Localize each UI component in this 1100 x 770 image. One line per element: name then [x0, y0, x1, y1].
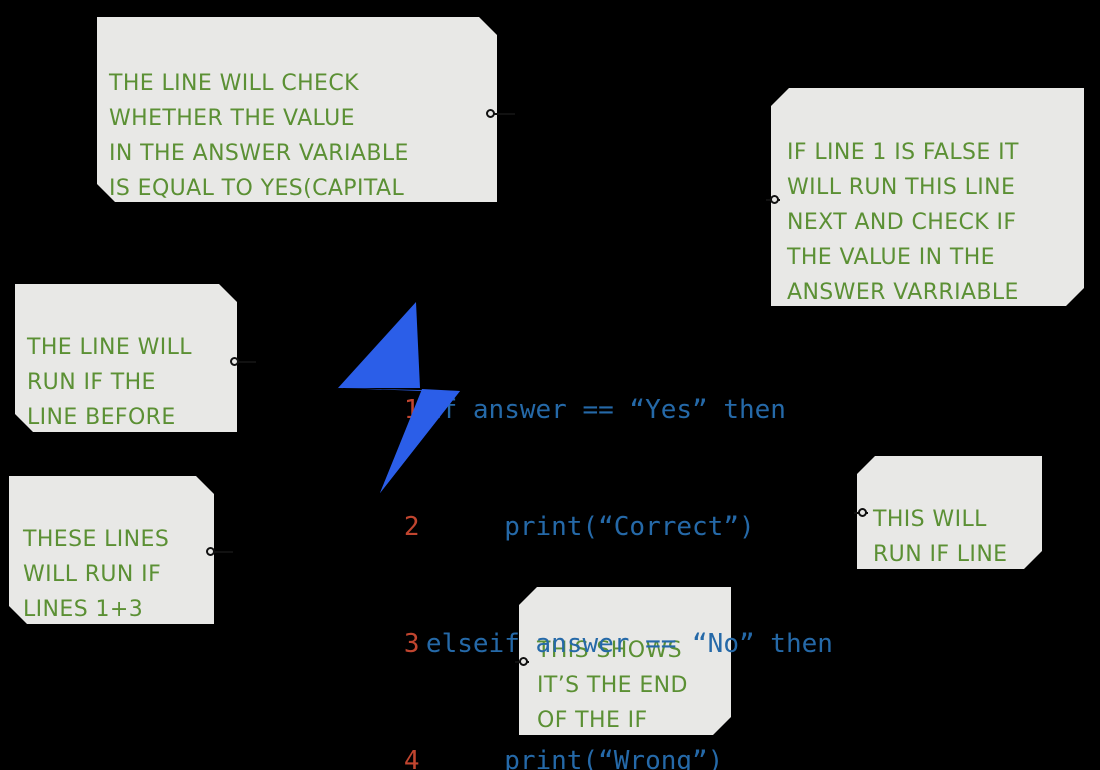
code-line-number: 3: [403, 629, 420, 659]
code-line: 2 print(“Correct”): [310, 469, 833, 542]
note-line1-check-text: THE LINE WILL CHECK WHETHER THE VALUE IN…: [109, 71, 409, 236]
code-line: 3 elseif answer == “No” then: [310, 586, 833, 659]
code-line: 4 print(“Wrong”): [310, 703, 833, 770]
note-line1-check[interactable]: THE LINE WILL CHECK WHETHER THE VALUE IN…: [97, 17, 497, 202]
anchor-dot-note-line4-runs-if-line3-true: [858, 508, 867, 517]
anchor-dot-note-endif: [519, 657, 528, 666]
note-line4-runs-if-line3-true-text: THIS WILL RUN IF LINE 3 IS TRUE: [873, 507, 1008, 602]
anchor-dot-note-line2-runs-if-true: [230, 357, 239, 366]
code-line-text: print(“Wrong”): [425, 746, 724, 770]
code-line-text: elseif answer == “No” then: [425, 629, 833, 659]
code-line-number: 2: [403, 512, 420, 542]
note-line2-runs-if-true[interactable]: THE LINE WILL RUN IF THE LINE BEFORE IS …: [15, 284, 237, 432]
code-line-text: print(“Correct”): [425, 512, 755, 542]
code-line-number: 4: [403, 746, 420, 770]
note-line4-runs-if-line3-true[interactable]: THIS WILL RUN IF LINE 3 IS TRUE: [857, 456, 1042, 569]
code-line: 1 if answer == “Yes” then: [310, 352, 833, 425]
code-line-text: if answer == “Yes” then: [425, 395, 786, 425]
note-else-branch[interactable]: THESE LINES WILL RUN IF LINES 1+3 WERE F…: [9, 476, 214, 624]
anchor-dot-note-line3-elseif: [770, 195, 779, 204]
note-line2-runs-if-true-text: THE LINE WILL RUN IF THE LINE BEFORE IS …: [27, 335, 192, 465]
anchor-dot-note-line1-check: [486, 109, 495, 118]
anchor-dot-note-else-branch: [206, 547, 215, 556]
note-else-branch-text: THESE LINES WILL RUN IF LINES 1+3 WERE F…: [23, 527, 170, 657]
code-line-number: 1: [403, 395, 420, 425]
code-block: 1 if answer == “Yes” then 2 print(“Correc…: [310, 274, 833, 770]
diagram-canvas: THE LINE WILL CHECK WHETHER THE VALUE IN…: [0, 0, 1100, 770]
